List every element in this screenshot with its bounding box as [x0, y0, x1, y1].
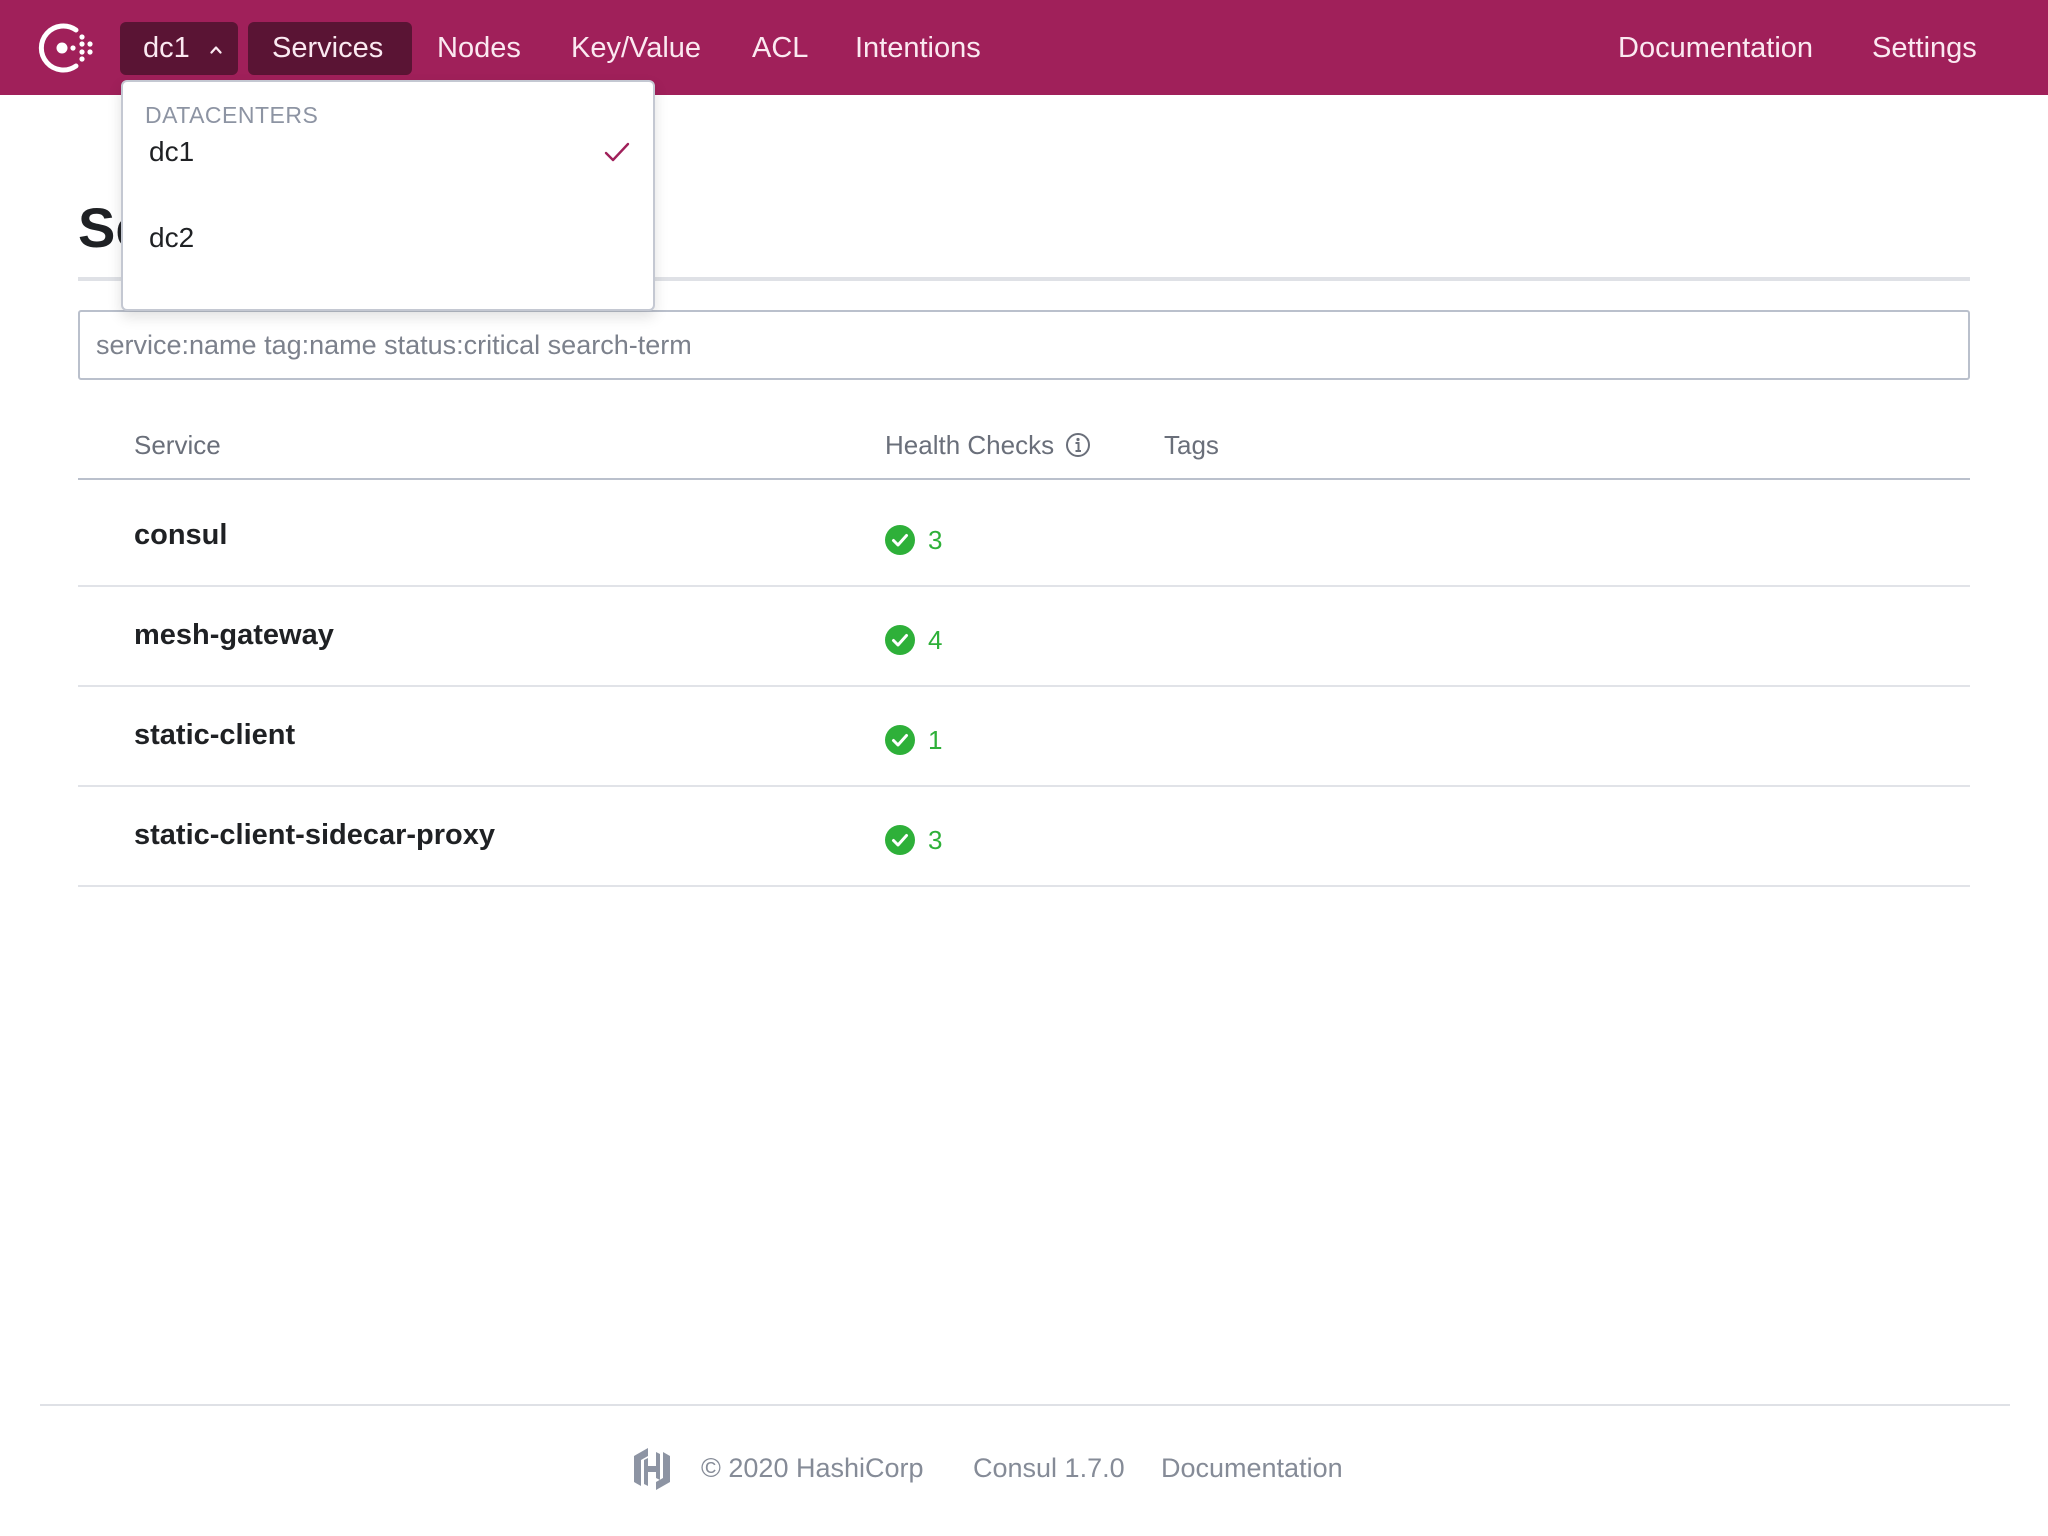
info-icon[interactable]: [1065, 432, 1091, 458]
column-header-tags: Tags: [1164, 430, 1219, 460]
column-header-service[interactable]: Service: [134, 430, 221, 461]
table-row[interactable]: mesh-gateway 4: [78, 587, 1970, 687]
service-name-link[interactable]: static-client-sidecar-proxy: [134, 819, 495, 852]
passing-check-icon: [885, 525, 915, 555]
health-check-count: 3: [928, 525, 943, 555]
consul-logo-icon[interactable]: [38, 20, 96, 76]
column-header-health-checks-label: Health Checks: [885, 430, 1055, 460]
datacenter-option-label: dc1: [149, 136, 195, 167]
footer-divider: [40, 1404, 2010, 1406]
datacenter-option-dc1[interactable]: dc1: [123, 117, 653, 187]
datacenter-selector-label: dc1: [143, 32, 190, 64]
nav-nodes[interactable]: Nodes: [437, 22, 521, 75]
search-input[interactable]: [78, 310, 1970, 380]
nav-settings[interactable]: Settings: [1872, 22, 1977, 75]
service-name-link[interactable]: mesh-gateway: [134, 619, 334, 652]
health-check-count: 3: [928, 825, 943, 855]
datacenter-dropdown-menu: DATACENTERS dc1 dc2: [121, 80, 655, 311]
footer-copyright: © 2020 HashiCorp: [701, 1453, 924, 1483]
hashicorp-logo-icon: [634, 1448, 670, 1490]
passing-check-icon: [885, 825, 915, 855]
datacenter-option-label: dc2: [149, 222, 195, 253]
table-row[interactable]: static-client 1: [78, 687, 1970, 787]
nav-services-label: Services: [272, 32, 384, 64]
datacenter-selector-button[interactable]: dc1: [120, 22, 238, 75]
nav-documentation[interactable]: Documentation: [1618, 22, 1813, 75]
column-header-health-checks: Health Checks: [885, 430, 1091, 461]
table-row[interactable]: static-client-sidecar-proxy 3: [78, 787, 1970, 887]
check-icon: [604, 142, 630, 162]
health-check-count: 4: [928, 625, 943, 655]
health-check-count: 1: [928, 725, 943, 755]
nav-acl[interactable]: ACL: [752, 22, 808, 75]
footer-documentation-link[interactable]: Documentation: [1161, 1453, 1343, 1484]
service-name-link[interactable]: static-client: [134, 719, 295, 752]
service-name-link[interactable]: consul: [134, 519, 227, 552]
services-table-header: Service Health Checks Tags: [78, 420, 1970, 480]
nav-services[interactable]: Services: [248, 22, 412, 75]
footer-version-link[interactable]: Consul 1.7.0: [973, 1453, 1125, 1484]
chevron-up-icon: [210, 46, 222, 54]
table-row[interactable]: consul 3: [78, 487, 1970, 587]
passing-check-icon: [885, 725, 915, 755]
datacenter-option-dc2[interactable]: dc2: [123, 203, 653, 273]
passing-check-icon: [885, 625, 915, 655]
nav-intentions[interactable]: Intentions: [855, 22, 981, 75]
nav-key-value[interactable]: Key/Value: [571, 22, 701, 75]
